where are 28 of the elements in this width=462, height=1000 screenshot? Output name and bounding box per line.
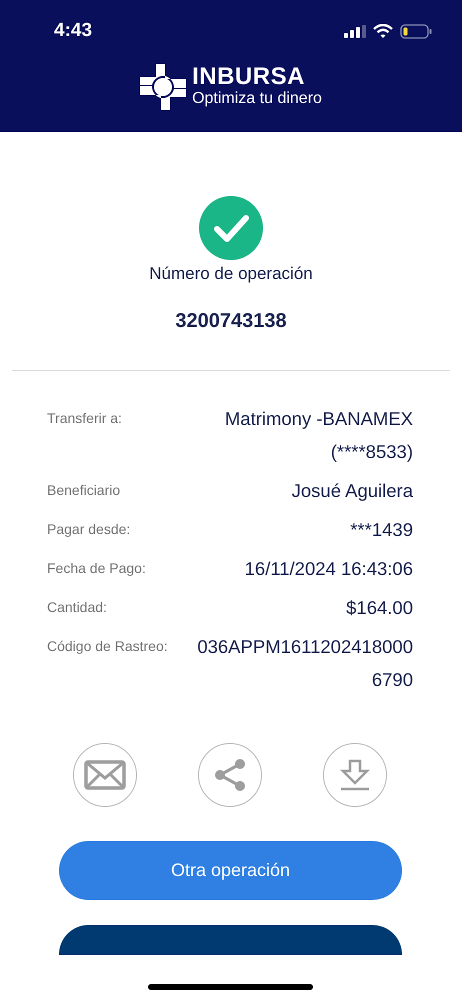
detail-value: 036APPM1611202418000	[197, 636, 413, 658]
detail-label: Código de Rastreo:	[47, 638, 168, 654]
detail-label: Beneficiario	[47, 482, 120, 498]
success-check-icon	[199, 196, 263, 260]
detail-value: Matrimony -BANAMEX	[224, 408, 413, 430]
brand-tagline: Optimiza tu dinero	[192, 89, 322, 109]
wifi-icon	[373, 24, 393, 38]
envelope-icon	[84, 760, 126, 790]
battery-icon	[400, 24, 432, 38]
status-time: 4:43	[54, 20, 92, 42]
detail-value: 16/11/2024 16:43:06	[244, 558, 413, 580]
detail-label: Pagar desde:	[47, 521, 130, 537]
brand-name: INBURSA	[192, 65, 306, 89]
detail-value: Josué Aguilera	[292, 480, 413, 502]
detail-value: $164.00	[346, 597, 413, 619]
operation-number: 3200743138	[174, 310, 288, 333]
detail-label: Fecha de Pago:	[47, 560, 146, 576]
detail-label: Cantidad:	[47, 599, 107, 615]
detail-value: 6790	[372, 669, 413, 691]
signal-icon	[344, 24, 366, 38]
detail-value: (****8533)	[330, 441, 413, 463]
logo-icon	[140, 64, 186, 110]
operation-label: Número de operación	[148, 264, 314, 284]
detail-label: Transferir a:	[47, 410, 122, 426]
share-icon	[213, 758, 247, 792]
download-icon	[339, 759, 371, 791]
another-operation-button[interactable]: Otra operación	[59, 841, 402, 900]
detail-value: ***1439	[350, 519, 413, 541]
